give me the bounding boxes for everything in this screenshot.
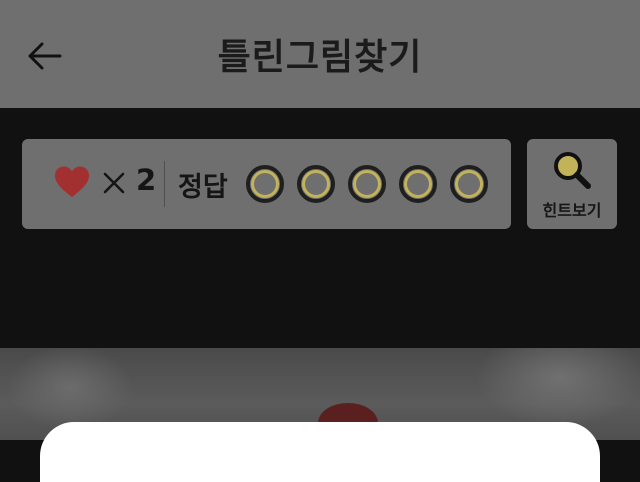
top-bar: 틀린그림찾기 <box>0 0 640 108</box>
answer-slot <box>399 165 437 203</box>
magnifier-icon <box>554 152 591 189</box>
answer-slot <box>246 165 284 203</box>
lives-count: 2 <box>136 163 157 197</box>
bottom-sheet <box>40 422 600 482</box>
answer-slot <box>450 165 488 203</box>
answer-slots <box>246 165 488 203</box>
answer-slot <box>297 165 335 203</box>
answer-slot <box>348 165 386 203</box>
answer-label: 정답 <box>178 172 228 203</box>
hint-label: 힌트보기 <box>542 201 602 220</box>
times-icon <box>103 172 125 194</box>
status-panel: 2 정답 <box>22 139 511 229</box>
page-title: 틀린그림찾기 <box>217 37 423 78</box>
heart-icon <box>55 166 89 197</box>
divider <box>164 161 165 207</box>
hint-button[interactable]: 힌트보기 <box>527 139 617 229</box>
